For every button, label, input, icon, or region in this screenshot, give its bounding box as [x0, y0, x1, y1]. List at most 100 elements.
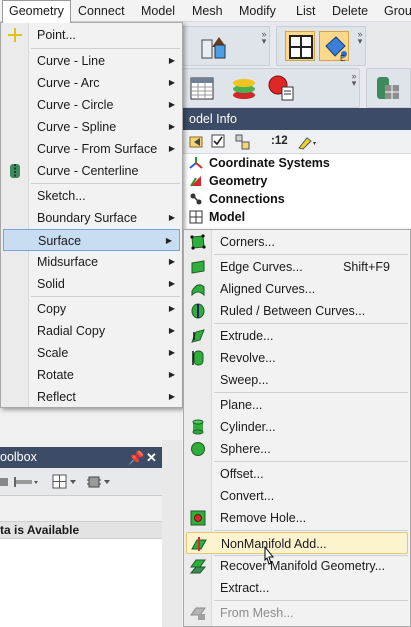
menu-item-label: From Mesh... [220, 606, 294, 620]
record-document-icon[interactable] [267, 73, 297, 103]
menu-item-solid[interactable]: Solid ▶ [1, 273, 182, 295]
menu-item-reflect[interactable]: Reflect ▶ [1, 386, 182, 408]
menu-item-label: Curve - Line [37, 54, 106, 68]
pin-icon[interactable]: 📌 [128, 447, 144, 468]
menu-item-scale[interactable]: Scale ▶ [1, 342, 182, 364]
menu-separator [214, 600, 408, 601]
menu-mesh[interactable]: Mesh [186, 0, 229, 22]
menu-item-label: Curve - Arc [37, 76, 100, 90]
menu-connect[interactable]: Connect [72, 0, 131, 22]
point-icon [8, 28, 22, 42]
menu-item-plane[interactable]: Plane... [184, 394, 410, 416]
menu-item-aligned-curves[interactable]: Aligned Curves... [184, 278, 410, 300]
sphere-icon [191, 442, 205, 456]
menu-item-midsurface[interactable]: Midsurface ▶ [1, 251, 182, 273]
menu-item-revolve[interactable]: Revolve... [184, 347, 410, 369]
close-icon[interactable]: ✕ [146, 447, 157, 468]
menu-item-curve-circle[interactable]: Curve - Circle ▶ [1, 94, 182, 116]
menu-item-curve-line[interactable]: Curve - Line ▶ [1, 50, 182, 72]
menu-item-recover-manifold-geometry[interactable]: Recover Manifold Geometry... [184, 555, 410, 577]
paint-bucket-icon[interactable]: E [319, 31, 349, 62]
menu-item-nonmanifold-add[interactable]: NonManifold Add... [186, 532, 408, 554]
mesh-database-icon[interactable] [373, 73, 403, 103]
menu-item-label: Surface [38, 234, 82, 248]
toolbar-group-view: » ▾ [182, 26, 270, 66]
submenu-arrow-icon: ▶ [168, 213, 175, 222]
menu-item-curve-spline[interactable]: Curve - Spline ▶ [1, 116, 182, 138]
menu-item-label: Curve - Spline [37, 120, 117, 134]
menu-separator [214, 530, 408, 531]
collapse-icon[interactable] [189, 134, 205, 150]
toolbar-group-mesh [366, 68, 411, 108]
menu-item-extrude[interactable]: Extrude... [184, 325, 410, 347]
menu-item-label: Offset... [220, 467, 264, 481]
highlight-pen-icon[interactable] [297, 134, 317, 150]
aligned-curves-icon [191, 284, 205, 297]
check-filter-icon[interactable] [211, 134, 227, 150]
toolbar-overflow-icon[interactable]: » ▾ [261, 30, 267, 46]
menu-item-curve-centerline[interactable]: Curve - Centerline [1, 160, 182, 182]
menu-item-label: Sketch... [37, 189, 86, 203]
calendar-grid-icon[interactable] [187, 73, 217, 103]
menu-item-sweep[interactable]: Sweep... [184, 369, 410, 391]
menu-item-label: Edge Curves... [220, 260, 303, 274]
svg-text:E: E [340, 54, 345, 62]
menu-item-curve-from-surface[interactable]: Curve - From Surface ▶ [1, 138, 182, 160]
grid-layout-icon[interactable] [52, 474, 78, 490]
submenu-arrow-icon: ▶ [168, 348, 175, 357]
menu-item-cylinder[interactable]: Cylinder... [184, 416, 410, 438]
expand-tree-icon[interactable] [235, 134, 251, 150]
layers-icon[interactable] [229, 73, 259, 103]
menu-item-ruled-between-curves[interactable]: Ruled / Between Curves... [184, 300, 410, 322]
model-info-title: odel Info [183, 108, 411, 130]
menu-item-offset[interactable]: Offset... [184, 463, 410, 485]
menu-item-convert[interactable]: Convert... [184, 485, 410, 507]
menu-item-label: Extract... [220, 581, 270, 595]
new-view-icon[interactable] [199, 31, 229, 61]
menu-modify[interactable]: Modify [233, 0, 282, 22]
menu-delete[interactable]: Delete [326, 0, 374, 22]
menu-item-corners[interactable]: Corners... [184, 231, 410, 253]
menu-item-label: Recover Manifold Geometry... [220, 559, 386, 573]
menu-item-edge-curves[interactable]: Edge Curves... Shift+F9 [184, 256, 410, 278]
menu-item-extract[interactable]: Extract... [184, 577, 410, 599]
menu-item-label: Scale [37, 346, 69, 360]
menu-model[interactable]: Model [135, 0, 181, 22]
menu-list[interactable]: List [290, 0, 321, 22]
menu-item-boundary-surface[interactable]: Boundary Surface ▶ [1, 207, 182, 229]
menu-item-curve-arc[interactable]: Curve - Arc ▶ [1, 72, 182, 94]
menu-item-label: Copy [37, 302, 67, 316]
submenu-arrow-icon: ▶ [168, 370, 175, 379]
tree-item-label: Model [209, 210, 246, 224]
tree-item-label: Geometry [209, 174, 268, 188]
mouse-cursor-icon [264, 546, 275, 565]
recover-manifold-icon [190, 559, 206, 574]
menu-item-remove-hole[interactable]: Remove Hole... [184, 507, 410, 529]
menu-separator [214, 461, 408, 462]
menu-item-sphere[interactable]: Sphere... [184, 438, 410, 460]
panel-splitter[interactable] [162, 440, 182, 627]
menu-item-copy[interactable]: Copy ▶ [1, 298, 182, 320]
menu-item-label: Curve - Centerline [37, 164, 139, 178]
menu-item-shortcut: Shift+F9 [343, 260, 390, 274]
cylinder-icon [192, 419, 204, 435]
menu-group[interactable]: Group [378, 0, 411, 22]
menu-item-label: Radial Copy [37, 324, 106, 338]
chip-icon[interactable] [86, 474, 112, 490]
window-layout-icon[interactable] [285, 31, 315, 61]
menu-item-radial-copy[interactable]: Radial Copy ▶ [1, 320, 182, 342]
toolbar-overflow-icon[interactable]: » ▾ [351, 72, 357, 88]
menu-geometry[interactable]: Geometry [2, 0, 71, 23]
menu-item-point[interactable]: Point... [1, 24, 182, 46]
toolbar-group-tools: » ▾ [182, 68, 360, 108]
menu-item-surface[interactable]: Surface ▶ [3, 229, 180, 251]
menu-item-sketch[interactable]: Sketch... [1, 185, 182, 207]
menu-item-rotate[interactable]: Rotate ▶ [1, 364, 182, 386]
coordinate-systems-icon [189, 157, 203, 169]
toolbox-title-bar: oolbox 📌 ✕ [0, 447, 162, 468]
align-icon[interactable] [0, 475, 40, 489]
menu-item-label: Remove Hole... [220, 511, 307, 525]
toolbar-overflow-icon[interactable]: » ▾ [357, 30, 363, 46]
from-mesh-icon [190, 607, 206, 620]
toolbar-group-render: E » ▾ [276, 26, 366, 66]
